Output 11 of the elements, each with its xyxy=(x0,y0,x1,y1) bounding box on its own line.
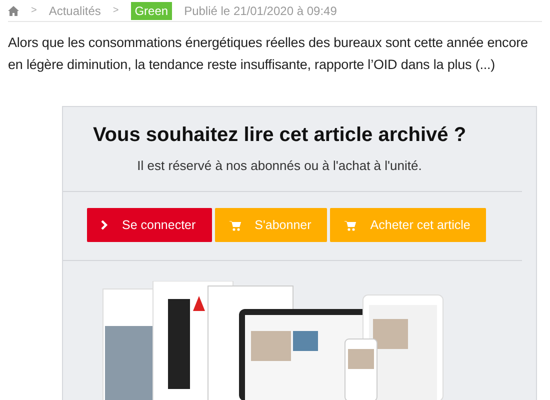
paywall-subtitle: Il est réservé à nos abonnés ou à l'achat à l'unité. xyxy=(136,158,423,173)
article-excerpt: Alors que les consommations énergétiques réelles des bureaux sont cette année encore en légère diminution, la tendance reste insuffisante, rapporte l’OID dans la plus (...) xyxy=(8,34,529,74)
breadcrumb-separator: > xyxy=(112,5,119,16)
breadcrumb-link[interactable]: Actualités xyxy=(48,4,101,18)
purchase-button[interactable]: Acheter cet article xyxy=(330,208,486,242)
breadcrumb-separator: > xyxy=(31,5,37,16)
publish-date: Publié le 21/01/2020 à 09:49 xyxy=(184,4,337,18)
login-button[interactable]: Se connecter xyxy=(87,208,212,242)
category-tag[interactable]: Green xyxy=(130,2,172,20)
purchase-button[interactable]: S'abonner xyxy=(214,208,328,242)
paywall-title: Vous souhaitez lire cet article archivé ? xyxy=(92,124,468,147)
